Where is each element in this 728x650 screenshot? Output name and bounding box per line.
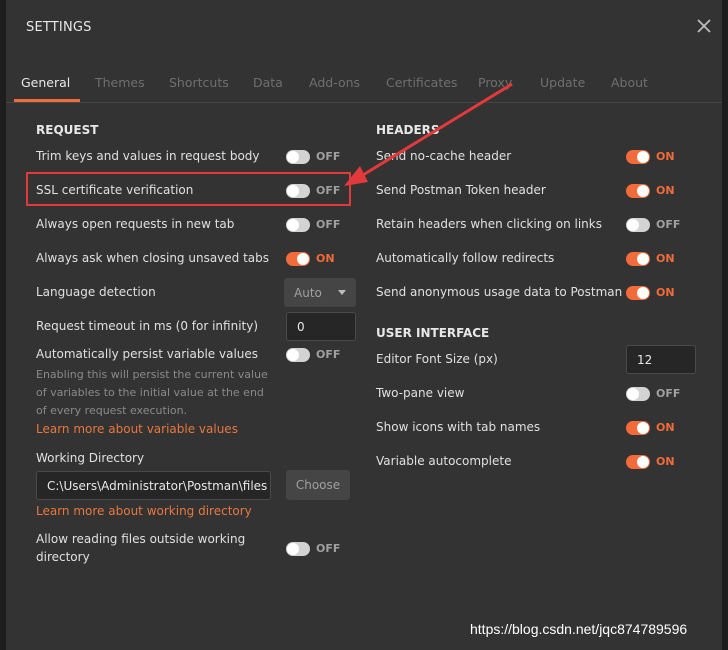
watermark-text: https://blog.csdn.net/jqc874789596 — [470, 621, 688, 637]
annotation-arrow-icon — [344, 82, 513, 186]
screen-frame: SETTINGS General Themes Shortcuts Data A… — [0, 0, 728, 650]
settings-modal: SETTINGS General Themes Shortcuts Data A… — [6, 0, 722, 650]
